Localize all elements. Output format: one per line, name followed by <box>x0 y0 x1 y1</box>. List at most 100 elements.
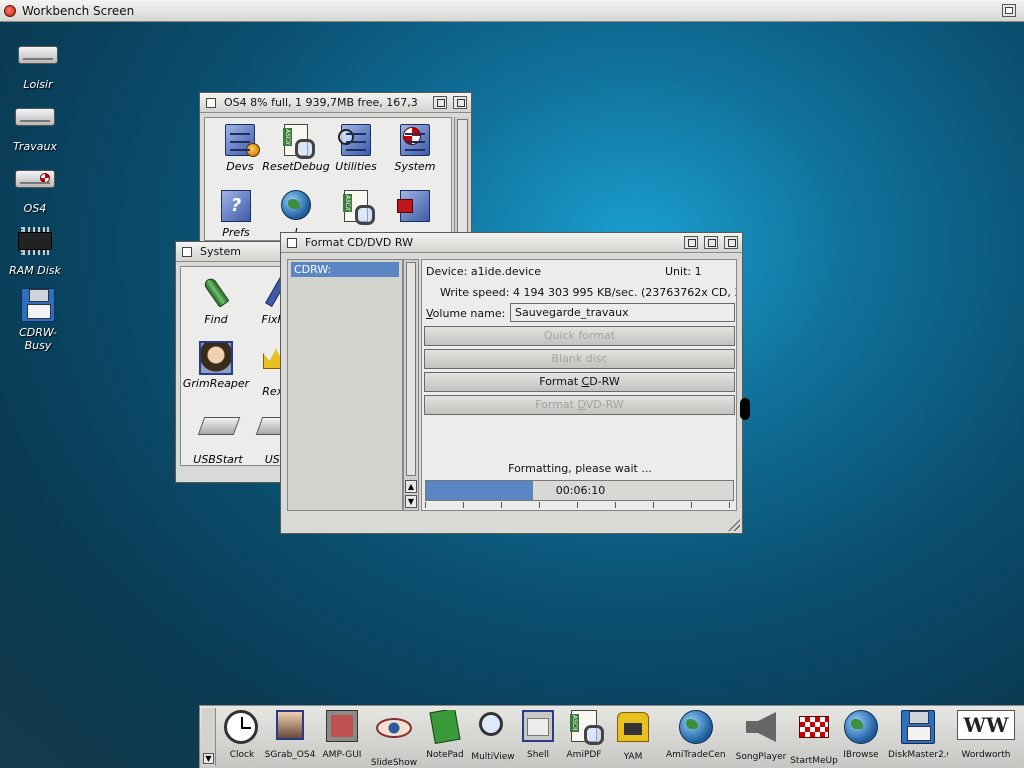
drawer-icon-system[interactable]: System <box>380 124 450 173</box>
blank-disc-button[interactable]: Blank disc <box>424 349 735 369</box>
dock-item-label: AmiPDF <box>566 750 602 760</box>
dock-item-label: SlideShow <box>370 758 418 768</box>
prefs-cabinet-icon: ? <box>219 190 253 224</box>
globe-icon <box>843 710 879 746</box>
amidock[interactable]: ▼ Clock SGrab_OS4 AMP-GUI SlideShow Note… <box>199 705 1024 768</box>
cabinet-icon <box>338 124 373 158</box>
icon-label: Prefs <box>222 226 250 239</box>
device-list-item[interactable]: CDRW: <box>291 262 399 277</box>
status-text: Formatting, please wait ... <box>508 462 652 475</box>
desktop-icon-cdrw-busy[interactable]: CDRW-Busy <box>6 288 70 352</box>
desktop-icon-label: OS4 <box>23 202 47 215</box>
format-dvdrw-button[interactable]: Format DVD-RW <box>424 395 735 415</box>
device-list-scrollbar[interactable]: ▲ ▼ <box>403 259 419 511</box>
desktop-icon-travaux[interactable]: Travaux <box>3 100 67 153</box>
scroll-up-arrow-icon[interactable]: ▲ <box>405 480 417 493</box>
quick-format-button[interactable]: Quick format <box>424 326 735 346</box>
close-gadget-icon[interactable] <box>206 97 216 108</box>
screen-title-bar[interactable]: Workbench Screen <box>0 0 1024 22</box>
desktop-icon-os4[interactable]: OS4 <box>3 162 67 215</box>
icon-label: Devs <box>226 160 254 173</box>
harddisk-icon <box>15 170 55 200</box>
speaker-icon <box>743 712 779 748</box>
icon-label: Find <box>204 313 228 326</box>
screen-depth-gadget-icon[interactable] <box>1002 4 1016 17</box>
depth-gadget-icon[interactable] <box>724 236 738 249</box>
window-title-bar[interactable]: Format CD/DVD RW <box>281 233 742 253</box>
drawer-icon-storage[interactable] <box>380 190 450 226</box>
dock-item-ibrowse[interactable]: IBrowse <box>831 710 891 760</box>
magnifier-icon <box>475 712 511 748</box>
dock-item-label: NotePad <box>426 750 464 760</box>
dock-item-label: SongPlayer <box>735 752 787 762</box>
desktop-icon-ram-disk[interactable]: RAM Disk <box>3 226 67 277</box>
dock-item-label: AmiTradeCenter <box>666 750 726 760</box>
drawer-content: Find FixFo GrimReaper Rexx USBStart USB <box>180 266 299 466</box>
flashlight-icon <box>199 276 233 311</box>
harddisk-icon <box>18 46 58 76</box>
boing-ball-icon <box>398 124 432 158</box>
format-cdrw-button[interactable]: Format CD-RW <box>424 372 735 392</box>
write-speed-label: Write speed: 4 194 303 995 KB/sec. (2376… <box>440 286 736 299</box>
dock-item-label: Wordworth <box>961 750 1011 760</box>
system-drawer-window[interactable]: System Find FixFo GrimReaper Rexx USBSta… <box>175 241 299 483</box>
screen-grab-icon <box>272 710 308 746</box>
dock-item-songplayer[interactable]: SongPlayer <box>731 710 791 762</box>
close-gadget-icon[interactable] <box>182 246 192 257</box>
amp-gui-icon <box>324 710 360 746</box>
icon-label: System <box>394 160 436 173</box>
desktop-icon-loisir[interactable]: Loisir <box>6 38 70 91</box>
depth-gadget-icon[interactable] <box>453 96 467 109</box>
pdf-icon <box>566 710 604 746</box>
dock-item-amitradecenter[interactable]: AmiTradeCenter <box>666 710 726 760</box>
scrollbar-knob[interactable] <box>406 262 416 476</box>
floppy-disk-icon <box>900 710 936 746</box>
format-progress-bar: 00:06:10 <box>425 480 734 501</box>
icon-label: USBStart <box>193 453 243 466</box>
vertical-scrollbar[interactable] <box>454 117 470 241</box>
harddisk-icon <box>15 108 55 138</box>
window-title-bar[interactable]: OS4 8% full, 1 939,7MB free, 167,3 <box>200 93 471 113</box>
ascii-document-icon <box>339 190 375 225</box>
scroll-down-arrow-icon[interactable]: ▼ <box>405 495 417 508</box>
ram-chip-icon <box>15 227 55 262</box>
checkered-flag-icon <box>796 716 832 752</box>
window-title: System <box>200 245 242 258</box>
progress-time: 00:06:10 <box>555 484 606 497</box>
os4-drawer-window[interactable]: OS4 8% full, 1 939,7MB free, 167,3 Devs … <box>199 92 472 242</box>
screen-title: Workbench Screen <box>22 3 135 18</box>
eye-icon <box>376 718 412 754</box>
dock-item-diskmaster[interactable]: DiskMaster2.OS4 <box>888 710 948 760</box>
dock-item-label: Clock <box>229 750 255 760</box>
window-title-bar[interactable]: System <box>176 242 284 262</box>
zoom-gadget-icon[interactable] <box>433 96 447 109</box>
floppy-disk-icon <box>18 288 58 324</box>
dock-item-wordworth[interactable]: WW Wordworth <box>956 710 1016 760</box>
grimreaper-portrait-icon <box>199 341 233 375</box>
dock-item-amp-gui[interactable]: AMP-GUI <box>312 710 372 760</box>
icon-label: GrimReaper <box>182 377 250 390</box>
close-gadget-icon[interactable] <box>287 237 297 248</box>
device-list[interactable]: CDRW: <box>287 259 403 511</box>
ascii-document-icon <box>279 124 315 159</box>
window-title: Format CD/DVD RW <box>305 236 413 249</box>
dock-item-label: IBrowse <box>843 750 879 760</box>
scrollbar-knob[interactable] <box>457 119 468 237</box>
dock-item-label: DiskMaster2.OS4 <box>888 750 948 760</box>
iconify-gadget-icon[interactable] <box>684 236 698 249</box>
globe-icon <box>279 190 313 224</box>
device-label: Device: a1ide.device <box>426 265 541 278</box>
window-title: OS4 8% full, 1 939,7MB free, 167,3 <box>224 96 418 109</box>
notepad-icon <box>427 710 463 746</box>
desktop-icon-label: Loisir <box>23 78 53 91</box>
dock-item-yam[interactable]: YAM <box>603 710 663 762</box>
dock-item-sgrab[interactable]: SGrab_OS4 <box>260 710 320 760</box>
amiga-logo-icon[interactable] <box>4 4 16 17</box>
zoom-gadget-icon[interactable] <box>704 236 718 249</box>
format-cd-dvd-window[interactable]: Format CD/DVD RW CDRW: ▲ ▼ Device: a1ide… <box>280 232 743 534</box>
volume-name-input[interactable]: Sauvegarde_travaux <box>510 303 735 322</box>
unit-label: Unit: 1 <box>665 265 702 278</box>
cabinet-icon <box>223 124 260 158</box>
resize-handle-icon[interactable] <box>728 519 740 531</box>
dock-item-label: AMP-GUI <box>322 750 362 760</box>
